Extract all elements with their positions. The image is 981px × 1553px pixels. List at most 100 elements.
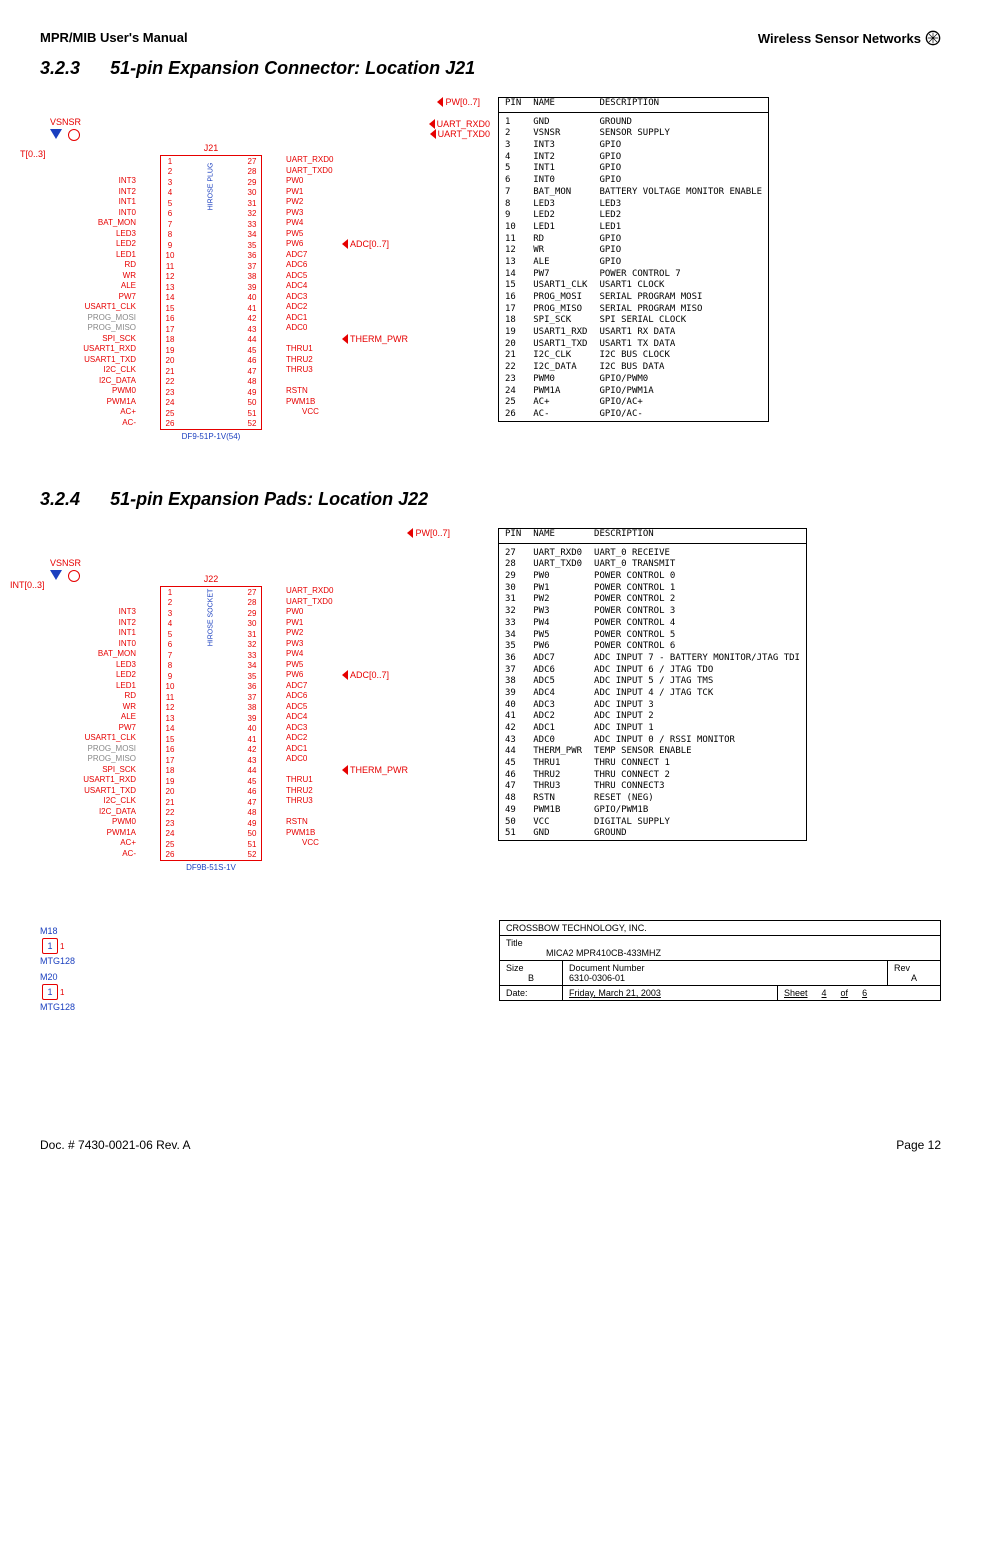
signal-left: WR: [83, 702, 160, 713]
signal-right: PW5: [262, 660, 333, 671]
signal-left: USART1_TXD: [83, 355, 160, 366]
signal-left: USART1_CLK: [83, 302, 160, 313]
signal-right: UART_TXD0: [262, 166, 333, 177]
signal-left: USART1_RXD: [83, 344, 160, 355]
manual-title: MPR/MIB User's Manual: [40, 30, 188, 46]
table-row: 22I2C_DATAI2C BUS DATA: [499, 362, 769, 374]
pw-bus-label: PW[0..7]: [407, 528, 450, 538]
signal-right: ADC1: [262, 744, 333, 755]
vcc-label: VCC: [302, 407, 319, 416]
signal-right: ADC7: [262, 681, 333, 692]
connector-ref: J21: [204, 143, 219, 153]
table-row: 49PWM1BGPIO/PWM1B: [499, 805, 807, 817]
ground-symbol-icon: [50, 570, 62, 580]
signal-left: AC+: [83, 407, 160, 418]
signal-left: PROG_MOSI: [83, 744, 160, 755]
table-row: 44THERM_PWRTEMP SENSOR ENABLE: [499, 746, 807, 758]
brand-title: Wireless Sensor Networks: [758, 30, 941, 46]
table-row: 47THRU3THRU CONNECT3: [499, 781, 807, 793]
signal-right: [262, 838, 333, 849]
vsnsr-circle-icon: [68, 570, 80, 582]
signal-right: PW3: [262, 639, 333, 650]
company-name: CROSSBOW TECHNOLOGY, INC.: [500, 921, 940, 936]
vsnsr-circle-icon: [68, 129, 80, 141]
rev-heading: Rev: [894, 963, 934, 973]
table-row: 51GNDGROUND: [499, 828, 807, 840]
table-row: 23PWM0GPIO/PWM0: [499, 374, 769, 386]
signal-left: USART1_CLK: [83, 733, 160, 744]
signal-right: ADC0: [262, 323, 333, 334]
signal-right: [262, 407, 333, 418]
signal-left: [83, 166, 160, 177]
size-heading: Size: [506, 963, 556, 973]
connector-j22: J22 INT3INT2INT1INT0BAT_MONLED3LED2LED1R…: [160, 586, 262, 872]
signal-left: BAT_MON: [83, 218, 160, 229]
ground-symbol-icon: [50, 129, 62, 139]
vcc-label: VCC: [302, 838, 319, 847]
mtg-ref: M20: [40, 972, 75, 982]
table-row: 43ADC0ADC INPUT 0 / RSSI MONITOR: [499, 735, 807, 747]
signal-right: UART_TXD0: [262, 597, 333, 608]
part-number: DF9B-51S-1V: [160, 863, 262, 872]
table-row: 8LED3LED3: [499, 199, 769, 211]
mtg-ref: M18: [40, 926, 75, 936]
table-row: 36ADC7ADC INPUT 7 - BATTERY MONITOR/JTAG…: [499, 653, 807, 665]
schematic-j21: PW[0..7] UART_RXD0 UART_TXD0 VSNSR T[0..…: [40, 97, 480, 441]
signal-right: [262, 418, 333, 429]
signal-right: THRU3: [262, 796, 333, 807]
signal-right: PW1: [262, 187, 333, 198]
signal-left: LED2: [83, 239, 160, 250]
table-row: 16PROG_MOSISERIAL PROGRAM MOSI: [499, 292, 769, 304]
table-row: 1GNDGROUND: [499, 117, 769, 129]
title-heading: Title: [506, 938, 934, 948]
signal-right: PW6: [262, 239, 333, 250]
signal-left: I2C_DATA: [83, 807, 160, 818]
table-row: 27UART_RXD0UART_0 RECEIVE: [499, 548, 807, 560]
connector-j21: J21 INT3INT2INT1INT0BAT_MONLED3LED2LED1R…: [160, 155, 262, 441]
signal-left: INT0: [83, 208, 160, 219]
signal-right: ADC1: [262, 313, 333, 324]
signal-right: [262, 765, 333, 776]
signal-left: AC+: [83, 838, 160, 849]
signal-left: I2C_CLK: [83, 365, 160, 376]
table-row: 21I2C_CLKI2C BUS CLOCK: [499, 350, 769, 362]
signal-left: PW7: [83, 723, 160, 734]
mounting-holes: M18 11 MTG128 M20 11 MTG128: [40, 920, 75, 1018]
signal-right: THRU3: [262, 365, 333, 376]
table-row: 38ADC5ADC INPUT 5 / JTAG TMS: [499, 676, 807, 688]
table-row: 40ADC3ADC INPUT 3: [499, 700, 807, 712]
table-row: 15USART1_CLKUSART1 CLOCK: [499, 280, 769, 292]
mtg-part: MTG128: [40, 1002, 75, 1012]
table-row: 9LED2LED2: [499, 210, 769, 222]
table-row: 24PWM1AGPIO/PWM1A: [499, 386, 769, 398]
signal-right: PW6: [262, 670, 333, 681]
signal-left: INT3: [83, 607, 160, 618]
signal-right: THRU2: [262, 355, 333, 366]
table-row: 39ADC4ADC INPUT 4 / JTAG TCK: [499, 688, 807, 700]
signal-right: ADC3: [262, 292, 333, 303]
signal-right: PW2: [262, 628, 333, 639]
date-heading: Date:: [500, 986, 563, 1000]
signal-left: RD: [83, 260, 160, 271]
signal-right: UART_RXD0: [262, 586, 333, 597]
signal-left: [83, 597, 160, 608]
signal-right: [262, 334, 333, 345]
signal-left: PWM1A: [83, 397, 160, 408]
table-header: PIN: [499, 529, 528, 544]
table-row: 28UART_TXD0UART_0 TRANSMIT: [499, 559, 807, 571]
table-row: 3INT3GPIO: [499, 140, 769, 152]
table-row: 41ADC2ADC INPUT 2: [499, 711, 807, 723]
signal-left: INT3: [83, 176, 160, 187]
table-row: 48RSTNRESET (NEG): [499, 793, 807, 805]
signal-left: ALE: [83, 712, 160, 723]
table-row: 46THRU2THRU CONNECT 2: [499, 770, 807, 782]
signal-right: PWM1B: [262, 828, 333, 839]
signal-left: LED2: [83, 670, 160, 681]
table-row: 11RDGPIO: [499, 234, 769, 246]
signal-left: RD: [83, 691, 160, 702]
signal-left: [83, 586, 160, 597]
signal-left: PWM1A: [83, 828, 160, 839]
table-row: 31PW2POWER CONTROL 2: [499, 594, 807, 606]
adc-bus-label: ADC[0..7]: [342, 239, 389, 249]
pin-table-j21: PINNAMEDESCRIPTION1GNDGROUND2VSNSRSENSOR…: [498, 97, 769, 422]
